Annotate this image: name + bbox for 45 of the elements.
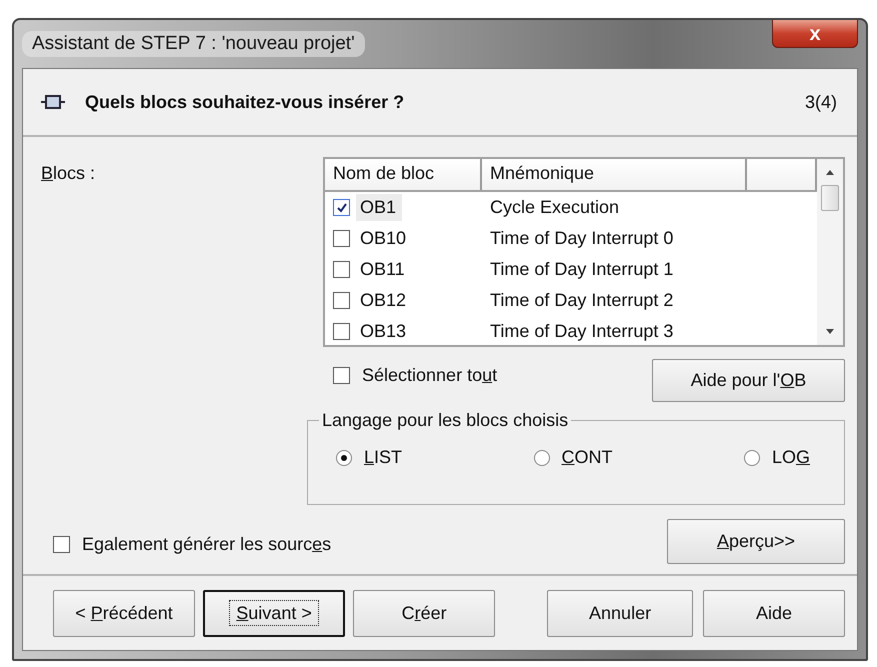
radio-label[interactable]: CONT — [562, 447, 612, 468]
checkbox[interactable] — [53, 536, 70, 553]
block-name[interactable]: OB10 — [356, 225, 412, 252]
checkbox[interactable] — [333, 323, 350, 340]
block-name[interactable]: OB12 — [356, 287, 412, 314]
column-header[interactable]: Nom de bloc — [325, 159, 482, 190]
scroll-up-icon[interactable] — [825, 169, 835, 175]
wizard-button[interactable]: Créer — [353, 590, 496, 637]
radio-label[interactable]: LIST — [364, 447, 402, 468]
checkbox[interactable] — [333, 230, 350, 247]
wizard-button[interactable]: Annuler — [547, 590, 693, 637]
radio-button[interactable] — [744, 450, 760, 466]
block-name[interactable]: OB11 — [356, 256, 411, 283]
scrollbar[interactable] — [817, 159, 843, 345]
checkbox[interactable] — [333, 367, 350, 384]
wizard-button[interactable]: < Précédent — [53, 590, 196, 637]
scroll-thumb[interactable] — [821, 185, 839, 211]
radio-label[interactable]: LOG — [772, 447, 810, 468]
blocks-label: Blocs : — [41, 163, 96, 184]
table-cell-text: Time of Day Interrupt 1 — [489, 259, 674, 280]
checkbox[interactable] — [333, 292, 350, 309]
table-cell-text: Cycle Execution — [489, 197, 620, 218]
radio-button[interactable] — [534, 450, 550, 466]
checkbox[interactable] — [333, 261, 350, 278]
checkbox-label[interactable]: Sélectionner tout — [362, 365, 498, 386]
page-heading: Quels blocs souhaitez-vous insérer ? — [85, 92, 406, 112]
close-button[interactable]: x — [772, 20, 858, 48]
checkbox[interactable] — [333, 199, 350, 216]
checkbox-label[interactable]: Egalement générer les sources — [82, 534, 332, 555]
column-header[interactable]: Mnémonique — [482, 159, 747, 190]
wizard-button[interactable]: Aide — [702, 590, 845, 637]
table-cell-text: Time of Day Interrupt 3 — [489, 321, 674, 342]
block-name[interactable]: OB1 — [356, 194, 402, 221]
preview-button[interactable]: Aperçu>> — [667, 519, 845, 564]
wizard-button[interactable]: Suivant > — [203, 590, 346, 637]
group-title: Langage pour les blocs choisis — [321, 410, 570, 431]
radio-button[interactable] — [336, 450, 352, 466]
table-cell-text: Time of Day Interrupt 2 — [489, 290, 674, 311]
window-title: Assistant de STEP 7 : 'nouveau projet' — [22, 31, 365, 57]
table-cell-text: Time of Day Interrupt 0 — [489, 228, 674, 249]
check-icon — [336, 202, 348, 214]
scroll-down-icon[interactable] — [825, 329, 835, 335]
step-counter: 3(4) — [804, 92, 837, 112]
ob-help-button[interactable]: Aide pour l'OB — [652, 359, 845, 402]
block-name[interactable]: OB13 — [356, 318, 412, 345]
